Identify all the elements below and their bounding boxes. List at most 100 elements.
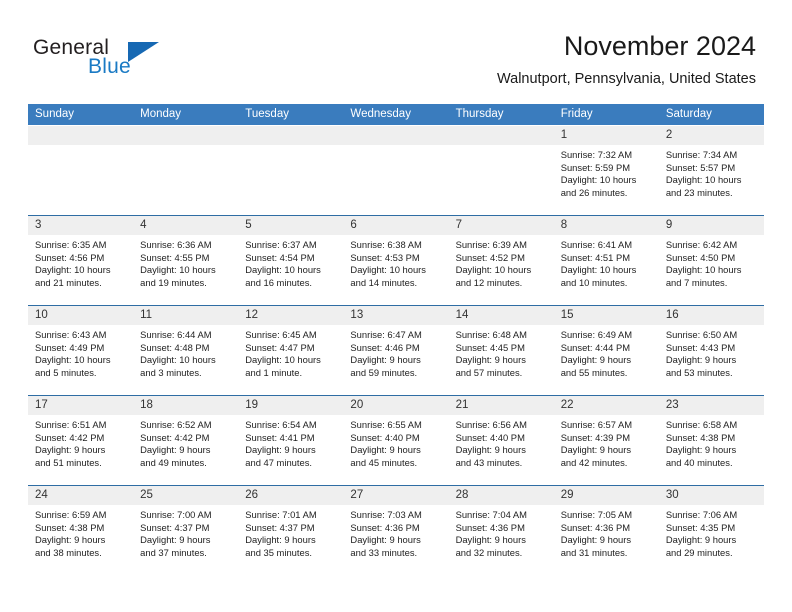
calendar-week-row: 24 Sunrise: 6:59 AM Sunset: 4:38 PM Dayligh… [28, 485, 764, 575]
calendar-day-cell[interactable]: 22 Sunrise: 6:57 AM Sunset: 4:39 PM Dayligh… [553, 396, 659, 485]
day-number [343, 126, 449, 145]
day-number: 29 [553, 486, 659, 505]
calendar-day-cell[interactable]: 18 Sunrise: 6:52 AM Sunset: 4:42 PM Dayligh… [133, 396, 239, 485]
calendar-day-cell[interactable]: 13 Sunrise: 6:47 AM Sunset: 4:46 PM Dayligh… [343, 306, 449, 395]
day-sun-info: Sunrise: 6:37 AM Sunset: 4:54 PM Daylight:… [238, 235, 343, 289]
sunset-text: Sunset: 4:50 PM [665, 251, 736, 263]
daylight-text-line2: and 31 minutes. [560, 546, 628, 558]
daylight-text-line1: Daylight: 9 hours [245, 444, 316, 456]
logo-text-blue: Blue [88, 55, 131, 78]
calendar-day-cell[interactable]: 19 Sunrise: 6:54 AM Sunset: 4:41 PM Dayligh… [238, 396, 344, 485]
day-number: 20 [343, 396, 449, 415]
calendar-day-cell[interactable]: 15 Sunrise: 6:49 AM Sunset: 4:44 PM Dayligh… [553, 306, 659, 395]
calendar-day-cell[interactable]: 25 Sunrise: 7:00 AM Sunset: 4:37 PM Dayligh… [133, 486, 239, 575]
sunset-text: Sunset: 4:36 PM [455, 521, 525, 533]
day-number [133, 126, 239, 145]
logo-triangle-icon [128, 42, 159, 62]
weekday-header-thursday: Thursday [455, 108, 504, 120]
calendar-day-cell[interactable]: 10 Sunrise: 6:43 AM Sunset: 4:49 PM Dayligh… [28, 306, 134, 395]
day-number: 28 [448, 486, 554, 505]
general-blue-logo[interactable]: General Blue [33, 36, 213, 84]
sunset-text: Sunset: 4:39 PM [560, 431, 631, 443]
day-sun-info: Sunrise: 6:57 AM Sunset: 4:39 PM Daylight:… [554, 415, 659, 469]
sunset-text: Sunset: 4:53 PM [350, 251, 420, 263]
day-number: 26 [238, 486, 344, 505]
calendar-weeks: 1 Sunrise: 7:32 AM Sunset: 5:59 PM Daylight… [28, 125, 764, 575]
calendar-day-cell[interactable]: 27 Sunrise: 7:03 AM Sunset: 4:36 PM Dayligh… [343, 486, 449, 575]
calendar-day-cell[interactable]: 5 Sunrise: 6:37 AM Sunset: 4:54 PM Daylight… [238, 216, 344, 305]
day-sun-info: Sunrise: 7:00 AM Sunset: 4:37 PM Daylight:… [133, 505, 238, 559]
calendar-day-cell[interactable]: 1 Sunrise: 7:32 AM Sunset: 5:59 PM Daylight… [553, 126, 659, 215]
sunset-text: Sunset: 4:35 PM [665, 521, 736, 533]
calendar-week-row: 17 Sunrise: 6:51 AM Sunset: 4:42 PM Dayligh… [28, 395, 764, 485]
calendar-day-cell[interactable]: 2 Sunrise: 7:34 AM Sunset: 5:57 PM Daylight… [658, 126, 764, 215]
calendar-day-cell-empty [133, 126, 239, 215]
calendar-day-cell[interactable]: 23 Sunrise: 6:58 AM Sunset: 4:38 PM Dayligh… [658, 396, 764, 485]
daylight-text-line2: and 47 minutes. [245, 456, 312, 468]
day-number: 10 [28, 306, 134, 325]
calendar-day-cell[interactable]: 28 Sunrise: 7:04 AM Sunset: 4:36 PM Dayligh… [448, 486, 554, 575]
day-number: 19 [238, 396, 344, 415]
sunset-text: Sunset: 4:49 PM [35, 341, 105, 353]
day-sun-info: Sunrise: 6:44 AM Sunset: 4:48 PM Daylight:… [133, 325, 238, 379]
daylight-text-line1: Daylight: 9 hours [665, 354, 737, 366]
daylight-text-line1: Daylight: 9 hours [665, 534, 737, 546]
calendar-day-cell[interactable]: 26 Sunrise: 7:01 AM Sunset: 4:37 PM Dayligh… [238, 486, 344, 575]
sunset-text: Sunset: 4:55 PM [140, 251, 210, 263]
daylight-text-line2: and 1 minute. [245, 366, 303, 378]
day-number: 24 [28, 486, 134, 505]
day-number: 6 [343, 216, 449, 235]
sunrise-text: Sunrise: 6:41 AM [560, 239, 633, 250]
calendar-day-cell[interactable]: 8 Sunrise: 6:41 AM Sunset: 4:51 PM Daylight… [553, 216, 659, 305]
daylight-text-line2: and 49 minutes. [140, 456, 207, 468]
sunrise-text: Sunrise: 6:43 AM [35, 329, 107, 340]
day-number: 23 [658, 396, 764, 415]
calendar-day-cell[interactable]: 21 Sunrise: 6:56 AM Sunset: 4:40 PM Dayligh… [448, 396, 554, 485]
weekday-header-wednesday: Wednesday [350, 108, 411, 120]
day-number [448, 126, 554, 145]
calendar-day-cell[interactable]: 24 Sunrise: 6:59 AM Sunset: 4:38 PM Dayligh… [28, 486, 134, 575]
calendar-day-cell[interactable]: 9 Sunrise: 6:42 AM Sunset: 4:50 PM Daylight… [658, 216, 764, 305]
daylight-text-line2: and 14 minutes. [350, 276, 418, 288]
day-sun-info: Sunrise: 6:52 AM Sunset: 4:42 PM Daylight:… [133, 415, 238, 469]
daylight-text-line1: Daylight: 10 hours [560, 264, 637, 276]
day-sun-info: Sunrise: 6:35 AM Sunset: 4:56 PM Daylight:… [28, 235, 133, 289]
calendar-day-cell[interactable]: 3 Sunrise: 6:35 AM Sunset: 4:56 PM Daylight… [28, 216, 134, 305]
calendar-day-cell[interactable]: 4 Sunrise: 6:36 AM Sunset: 4:55 PM Daylight… [133, 216, 239, 305]
calendar-day-cell[interactable]: 6 Sunrise: 6:38 AM Sunset: 4:53 PM Daylight… [343, 216, 449, 305]
daylight-text-line1: Daylight: 9 hours [665, 444, 737, 456]
daylight-text-line1: Daylight: 10 hours [35, 264, 111, 276]
calendar-day-cell[interactable]: 17 Sunrise: 6:51 AM Sunset: 4:42 PM Dayligh… [28, 396, 134, 485]
daylight-text-line2: and 40 minutes. [665, 456, 733, 468]
daylight-text-line1: Daylight: 9 hours [140, 444, 211, 456]
calendar-day-cell[interactable]: 30 Sunrise: 7:06 AM Sunset: 4:35 PM Dayligh… [658, 486, 764, 575]
daylight-text-line1: Daylight: 10 hours [665, 264, 742, 276]
calendar-day-cell[interactable]: 7 Sunrise: 6:39 AM Sunset: 4:52 PM Daylight… [448, 216, 554, 305]
calendar-day-cell[interactable]: 11 Sunrise: 6:44 AM Sunset: 4:48 PM Dayligh… [133, 306, 239, 395]
daylight-text-line1: Daylight: 9 hours [35, 444, 106, 456]
day-sun-info: Sunrise: 6:43 AM Sunset: 4:49 PM Daylight:… [28, 325, 133, 379]
daylight-text-line1: Daylight: 10 hours [560, 174, 637, 186]
sunrise-text: Sunrise: 7:00 AM [140, 509, 212, 520]
weekday-header-monday: Monday [140, 108, 182, 120]
daylight-text-line1: Daylight: 10 hours [245, 264, 321, 276]
day-number: 15 [553, 306, 659, 325]
day-number: 30 [658, 486, 764, 505]
calendar-day-cell[interactable]: 29 Sunrise: 7:05 AM Sunset: 4:36 PM Dayligh… [553, 486, 659, 575]
day-number: 27 [343, 486, 449, 505]
calendar-day-cell[interactable]: 20 Sunrise: 6:55 AM Sunset: 4:40 PM Dayligh… [343, 396, 449, 485]
sunset-text: Sunset: 4:52 PM [455, 251, 525, 263]
calendar-day-cell[interactable]: 12 Sunrise: 6:45 AM Sunset: 4:47 PM Dayligh… [238, 306, 344, 395]
day-number: 2 [658, 126, 764, 145]
daylight-text-line2: and 43 minutes. [455, 456, 523, 468]
page-subtitle: Walnutport, Pennsylvania, United States [497, 71, 756, 87]
daylight-text-line2: and 59 minutes. [350, 366, 418, 378]
calendar-day-cell[interactable]: 16 Sunrise: 6:50 AM Sunset: 4:43 PM Dayligh… [658, 306, 764, 395]
daylight-text-line2: and 5 minutes. [35, 366, 97, 378]
calendar-day-cell[interactable]: 14 Sunrise: 6:48 AM Sunset: 4:45 PM Dayligh… [448, 306, 554, 395]
day-sun-info: Sunrise: 6:58 AM Sunset: 4:38 PM Daylight:… [659, 415, 764, 469]
sunrise-text: Sunrise: 7:06 AM [665, 509, 738, 520]
day-number: 4 [133, 216, 239, 235]
sunset-text: Sunset: 4:38 PM [665, 431, 736, 443]
daylight-text-line2: and 51 minutes. [35, 456, 102, 468]
